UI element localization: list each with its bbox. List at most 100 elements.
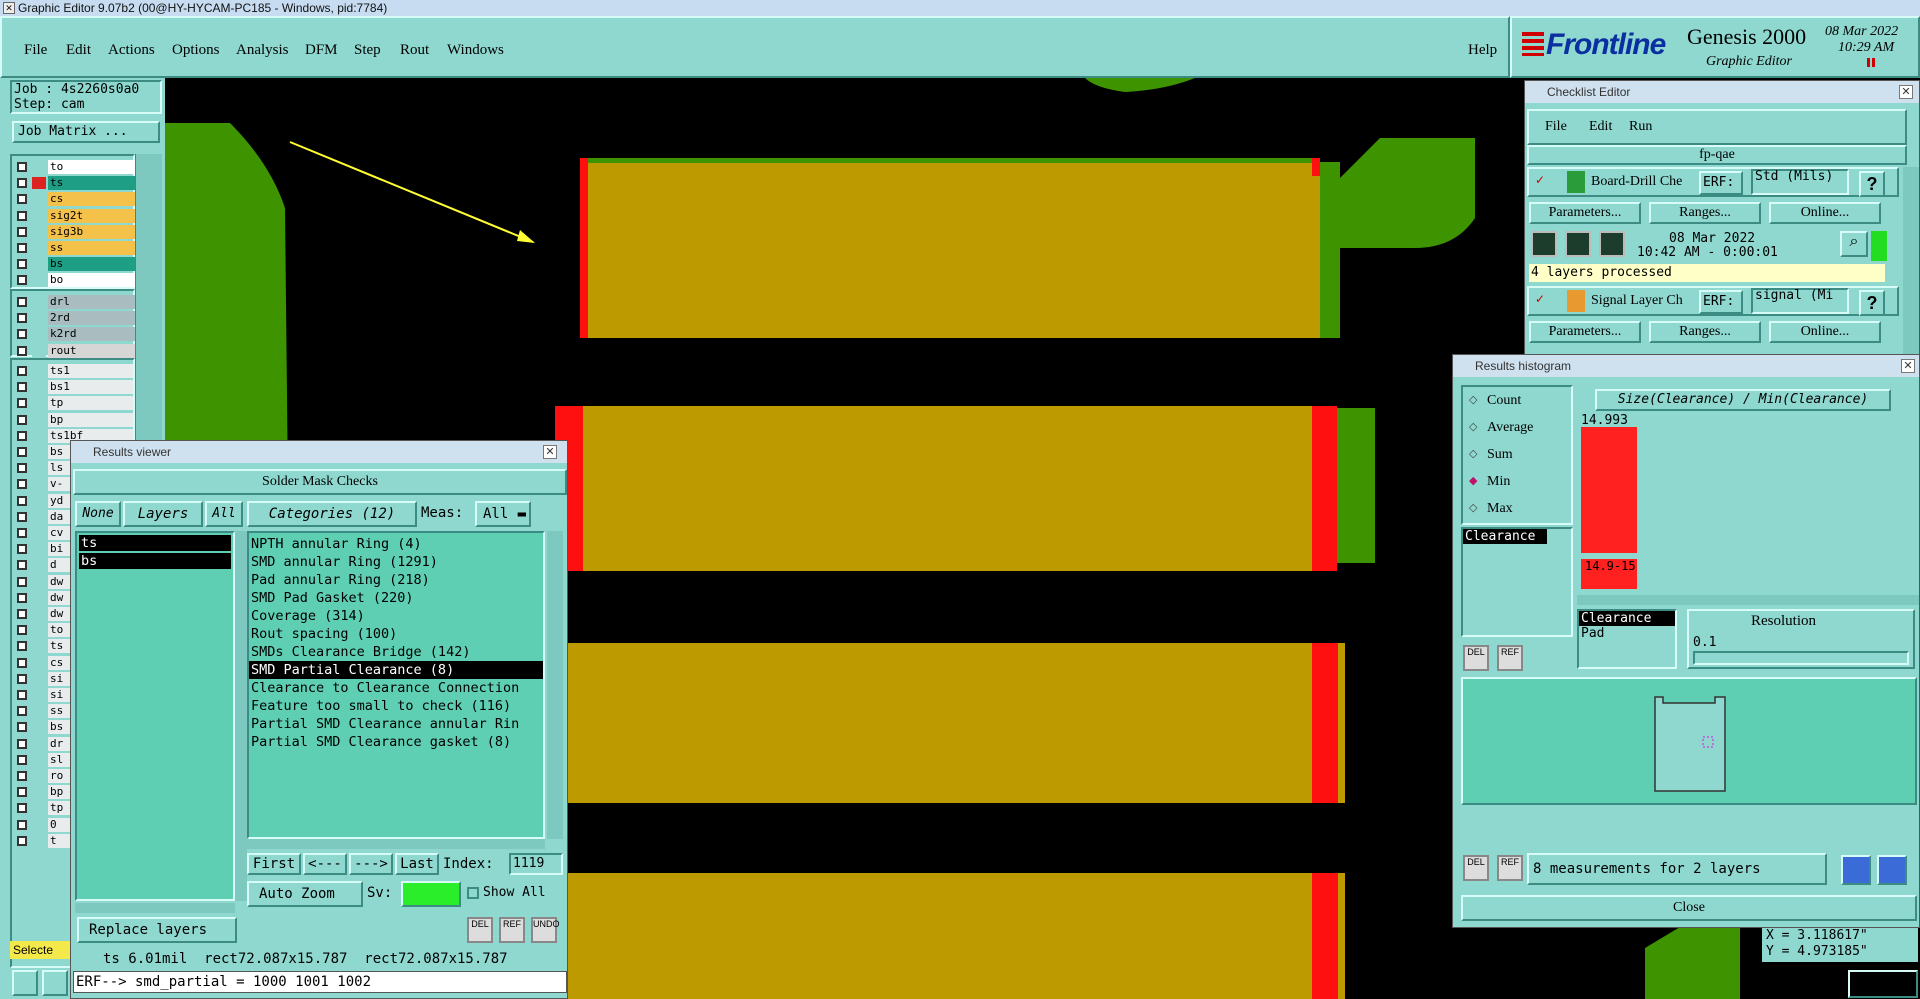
menu-actions[interactable]: Actions [108, 42, 155, 59]
zoom-results-icon[interactable]: ⌕ [1840, 231, 1868, 257]
category-item[interactable]: SMD Pad Gasket (220) [249, 589, 543, 607]
layer-row[interactable]: cs [14, 192, 145, 207]
checklist-item-signal-layer[interactable]: ✓ Signal Layer Ch ERF: signal (Mi ? [1527, 286, 1899, 316]
layer-checkbox[interactable] [17, 463, 27, 474]
layer-checkbox[interactable] [17, 738, 27, 749]
smd-pad-1[interactable] [580, 158, 1320, 338]
menu-rout[interactable]: Rout [400, 42, 429, 59]
layer-row[interactable]: k2rd [14, 327, 145, 342]
layer-checkbox[interactable] [17, 511, 27, 522]
category-item[interactable]: Coverage (314) [249, 607, 543, 625]
job-matrix-button[interactable]: Job Matrix ... [12, 121, 160, 143]
check-mark-icon[interactable]: ✓ [1535, 173, 1547, 187]
layer-checkbox[interactable] [17, 771, 27, 781]
category-item[interactable]: NPTH annular Ring (4) [249, 535, 543, 553]
layer-checkbox[interactable] [17, 576, 27, 587]
sv-dropdown[interactable] [401, 881, 461, 907]
undo-icon[interactable]: UNDO [531, 917, 560, 943]
check-mark-icon[interactable]: ✓ [1535, 292, 1547, 306]
layer-checkbox[interactable] [17, 819, 27, 830]
next-button[interactable]: ---> [349, 853, 393, 875]
meas-dropdown[interactable]: All ▬ [475, 501, 531, 527]
checklist-close-icon[interactable]: ✕ [1899, 85, 1913, 99]
layer-row[interactable]: to [14, 160, 145, 174]
layer-checkbox[interactable] [17, 414, 27, 425]
show-all-checkbox[interactable] [467, 887, 479, 899]
help-icon[interactable]: ? [1859, 171, 1885, 197]
mode-max[interactable]: ◇ Max [1467, 501, 1567, 523]
layer-checkbox[interactable] [17, 787, 27, 798]
layer-checkbox[interactable] [17, 690, 27, 700]
violation-mark-1[interactable] [580, 158, 588, 338]
layer-checkbox[interactable] [17, 706, 27, 717]
layer-row[interactable]: ts [14, 176, 145, 191]
ranges-button[interactable]: Ranges... [1649, 321, 1761, 343]
layer-checkbox[interactable] [17, 835, 27, 846]
index-input[interactable]: 1119 [509, 853, 563, 875]
category-item[interactable]: SMD annular Ring (1291) [249, 553, 543, 571]
menu-options[interactable]: Options [172, 42, 220, 59]
categories-hscroll[interactable] [247, 839, 545, 849]
smd-pad-4[interactable] [555, 873, 1345, 999]
ref-icon[interactable]: REF [1497, 855, 1523, 881]
mode-average[interactable]: ◇ Average [1467, 420, 1567, 442]
layer-row[interactable]: bs1 [14, 380, 133, 395]
layer-checkbox[interactable] [17, 592, 27, 603]
layer-checkbox[interactable] [17, 313, 27, 324]
replace-layers-dropdown[interactable]: Replace layers [77, 917, 237, 943]
erf-value[interactable]: Std (Mils) [1751, 169, 1849, 195]
menu-edit[interactable]: Edit [66, 42, 91, 59]
layer-row[interactable]: rout [14, 343, 145, 358]
category-item[interactable]: SMD Partial Clearance (8) [249, 661, 543, 679]
layer-checkbox[interactable] [17, 297, 27, 307]
layers-none-button[interactable]: None [75, 501, 121, 527]
checklist-menu-file[interactable]: File [1545, 119, 1567, 135]
del-icon[interactable]: DEL [1463, 855, 1489, 881]
category-item[interactable]: SMDs Clearance Bridge (142) [249, 643, 543, 661]
feature-item-clearance[interactable]: Clearance [1579, 611, 1675, 626]
category-item[interactable]: Partial SMD Clearance gasket (8) [249, 733, 543, 751]
online-button[interactable]: Online... [1769, 202, 1881, 224]
del-icon[interactable]: DEL [1463, 645, 1489, 671]
layer-checkbox[interactable] [17, 259, 27, 270]
layer-row[interactable]: 2rd [14, 311, 145, 326]
layer-list-item[interactable]: bs [79, 553, 231, 569]
layer-checkbox[interactable] [17, 544, 27, 555]
histogram-bar[interactable] [1581, 427, 1637, 553]
layers-hscroll[interactable] [75, 903, 235, 913]
first-button[interactable]: First [247, 853, 301, 875]
layer-checkbox[interactable] [17, 673, 27, 684]
menu-help[interactable]: Help [1468, 42, 1497, 59]
del-icon[interactable]: DEL [467, 917, 493, 943]
run-icon-1[interactable] [1531, 231, 1557, 257]
layer-checkbox[interactable] [17, 210, 27, 221]
layer-row[interactable]: tp [14, 396, 133, 411]
layer-checkbox[interactable] [17, 609, 27, 619]
layer-checkbox[interactable] [17, 345, 27, 356]
smd-pad-2[interactable] [555, 406, 1320, 571]
layer-row[interactable]: bp [14, 412, 133, 427]
layer-checkbox[interactable] [17, 329, 27, 340]
category-item[interactable]: Partial SMD Clearance annular Rin [249, 715, 543, 733]
last-button[interactable]: Last [395, 853, 439, 875]
menu-analysis[interactable]: Analysis [236, 42, 289, 59]
mode-count[interactable]: ◇ Count [1467, 393, 1567, 415]
feature-list[interactable]: Clearance Pad [1577, 609, 1677, 669]
checklist-scrollbar[interactable] [1903, 167, 1919, 357]
zoom-tool-icon[interactable] [42, 970, 68, 996]
online-button[interactable]: Online... [1769, 321, 1881, 343]
layers-all-button[interactable]: All [205, 501, 243, 527]
layer-checkbox[interactable] [17, 625, 27, 636]
layer-checkbox[interactable] [17, 243, 27, 253]
layer-checkbox[interactable] [17, 657, 27, 668]
layer-row[interactable]: drl [14, 295, 145, 309]
category-item[interactable]: Rout spacing (100) [249, 625, 543, 643]
checklist-menu-edit[interactable]: Edit [1589, 119, 1612, 135]
category-item[interactable]: Pad annular Ring (218) [249, 571, 543, 589]
violation-mark-3[interactable] [1312, 643, 1338, 803]
layer-checkbox[interactable] [17, 398, 27, 409]
layer-checkbox[interactable] [17, 226, 27, 237]
layer-checkbox[interactable] [17, 560, 27, 571]
measure-item-clearance[interactable]: Clearance [1463, 529, 1547, 544]
category-item[interactable]: Feature too small to check (116) [249, 697, 543, 715]
